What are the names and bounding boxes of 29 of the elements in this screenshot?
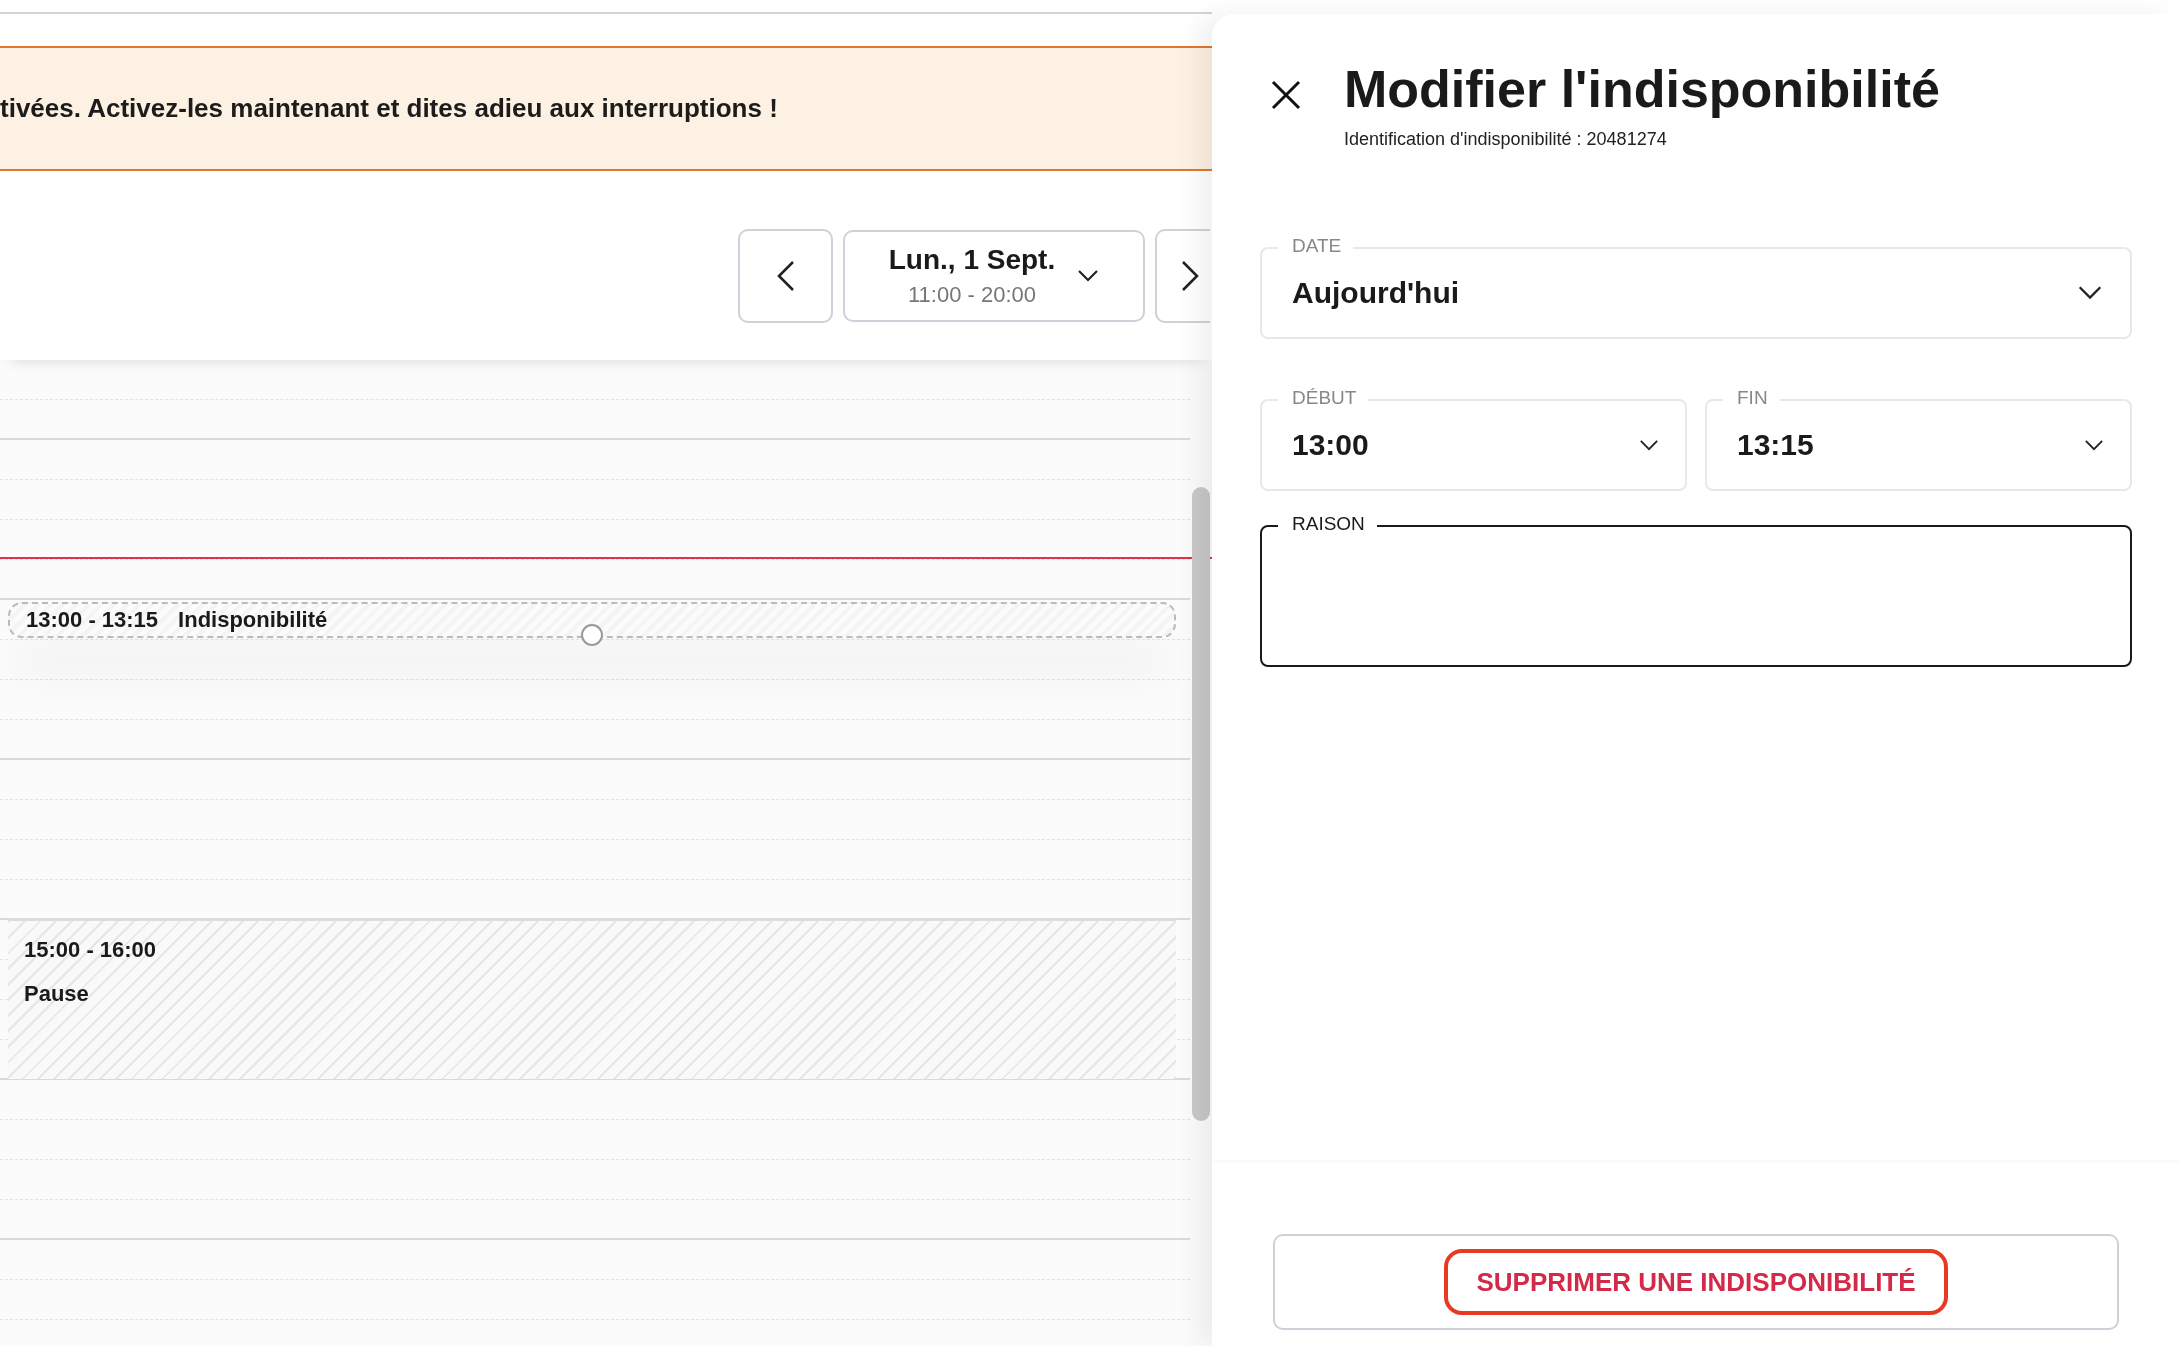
select-field[interactable]: DATE Aujourd'hui [1260,234,2132,339]
unavailability-id: Identification d'indisponibilité : 20481274 [1344,129,1668,150]
event-time: 13:00 - 13:15 [26,607,159,633]
break-event[interactable]: 15:00 - 16:00 Pause [8,919,1176,1079]
chevron-right-icon [1179,258,1201,293]
select-field[interactable]: FIN 13:15 [1705,386,2132,491]
field-value: 13:00 [1292,428,1370,462]
chevron-down-icon [2076,285,2104,301]
event-time: 15:00 - 16:00 [24,937,157,963]
notice-text: tivées. Activez-les maintenant et dites adieu aux interruptions ! [0,93,778,124]
select-field[interactable]: DÉBUT 13:00 [1260,386,1687,491]
unavailability-event[interactable]: 13:00 - 13:15 Indisponibilité [8,602,1176,638]
scrollbar[interactable] [1192,487,1210,1121]
field-value: 13:15 [1737,428,1815,462]
delete-button[interactable]: SUPPRIMER UNE INDISPONIBILITÉ [1444,1249,1948,1315]
reason-field[interactable]: RAISON [1260,512,2132,667]
next-day-button[interactable] [1155,228,1210,323]
date-picker-button[interactable]: Lun., 1 Sept. 11:00 - 20:00 [843,229,1145,322]
chevron-down-icon [2084,438,2104,452]
field-value: Aujourd'hui [1292,276,1461,310]
hours-label: 11:00 - 20:00 [908,281,1036,308]
date-label: Lun., 1 Sept. [888,243,1056,276]
chevron-down-icon [1077,268,1100,283]
chevron-down-icon [1639,438,1659,452]
event-title: Indisponibilité [178,607,328,633]
event-title: Pause [24,981,89,1007]
close-icon [1270,79,1302,111]
previous-day-button[interactable] [738,228,833,323]
resize-handle[interactable] [581,624,603,646]
